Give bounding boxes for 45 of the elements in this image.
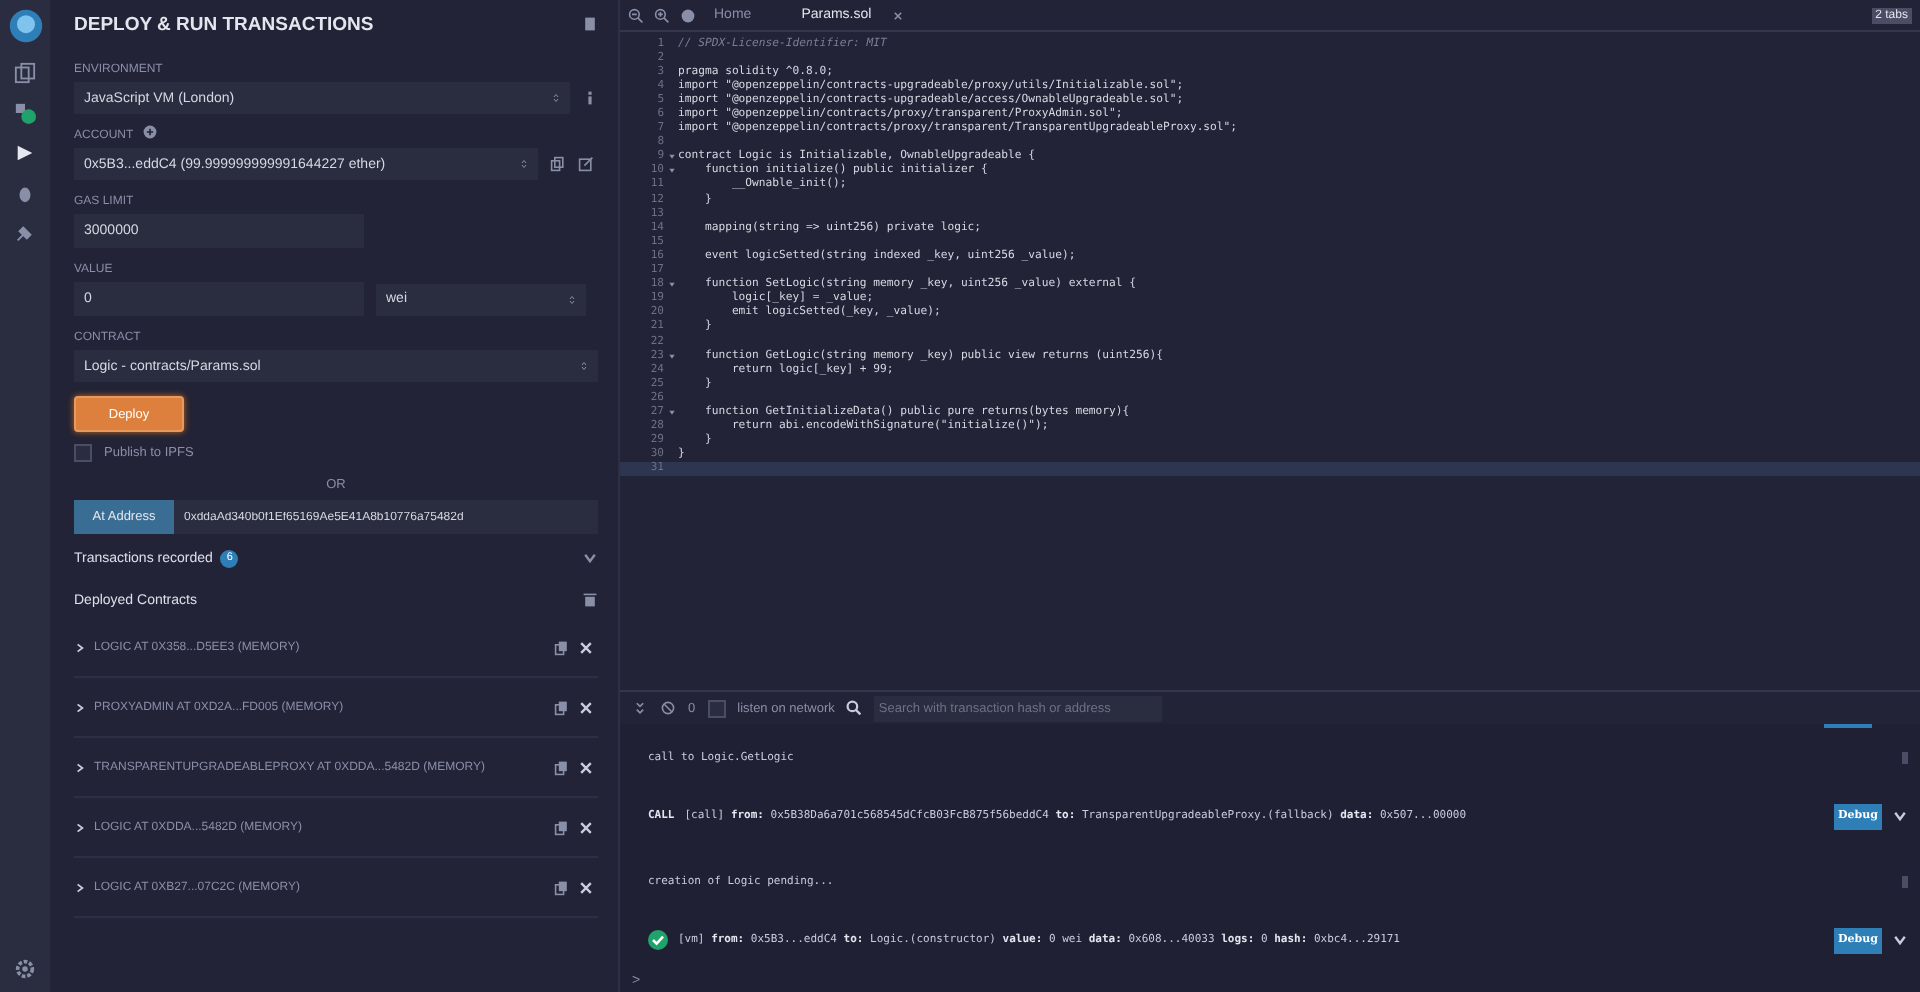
listen-checkbox[interactable] [707, 699, 726, 717]
chevron-right-icon[interactable] [74, 881, 86, 893]
copy-icon[interactable] [554, 639, 570, 655]
spinner-arrows-icon [520, 158, 528, 170]
zoom-out-icon[interactable] [628, 7, 644, 23]
copy-icon[interactable] [554, 819, 570, 835]
collapse-icon[interactable] [632, 700, 648, 716]
publish-checkbox[interactable] [74, 444, 92, 462]
spinner-arrows-icon [568, 293, 576, 305]
scroll-marker-icon [1902, 876, 1908, 888]
chevron-right-icon[interactable] [74, 701, 86, 713]
close-icon[interactable] [578, 759, 594, 775]
close-icon[interactable] [889, 7, 906, 23]
deploy-icon[interactable] [14, 142, 36, 164]
spinner-arrows-icon [580, 360, 588, 372]
plus-icon[interactable] [141, 123, 158, 139]
chevron-right-icon[interactable] [74, 821, 86, 833]
chevron-right-icon[interactable] [74, 761, 86, 773]
chevron-down-icon[interactable] [1892, 808, 1908, 824]
edit-icon[interactable] [578, 156, 594, 172]
info-icon[interactable] [582, 90, 598, 106]
close-icon[interactable] [578, 879, 594, 895]
chevron-right-icon[interactable] [74, 641, 86, 653]
copy-icon[interactable] [550, 156, 566, 172]
document-icon[interactable] [582, 16, 598, 32]
copy-icon[interactable] [554, 759, 570, 775]
trash-icon[interactable] [582, 592, 598, 608]
clear-icon[interactable] [660, 700, 676, 716]
scroll-marker-icon [1902, 752, 1908, 764]
search-icon [846, 700, 863, 716]
settings-icon[interactable] [14, 958, 36, 980]
logo-icon[interactable] [7, 8, 43, 44]
close-icon[interactable] [578, 819, 594, 835]
zoom-in-icon[interactable] [654, 7, 670, 23]
close-icon[interactable] [578, 699, 594, 715]
copy-icon[interactable] [554, 699, 570, 715]
spinner-arrows-icon [552, 92, 560, 104]
check-circle-icon [648, 930, 668, 950]
copy-icon[interactable] [554, 879, 570, 895]
compiler-icon[interactable] [14, 102, 36, 124]
panel-title: DEPLOY & RUN TRANSACTIONS [74, 13, 374, 35]
chevron-down-icon[interactable] [1892, 932, 1908, 948]
close-icon[interactable] [578, 639, 594, 655]
files-icon[interactable] [14, 62, 36, 84]
chevron-down-icon[interactable] [582, 550, 598, 566]
